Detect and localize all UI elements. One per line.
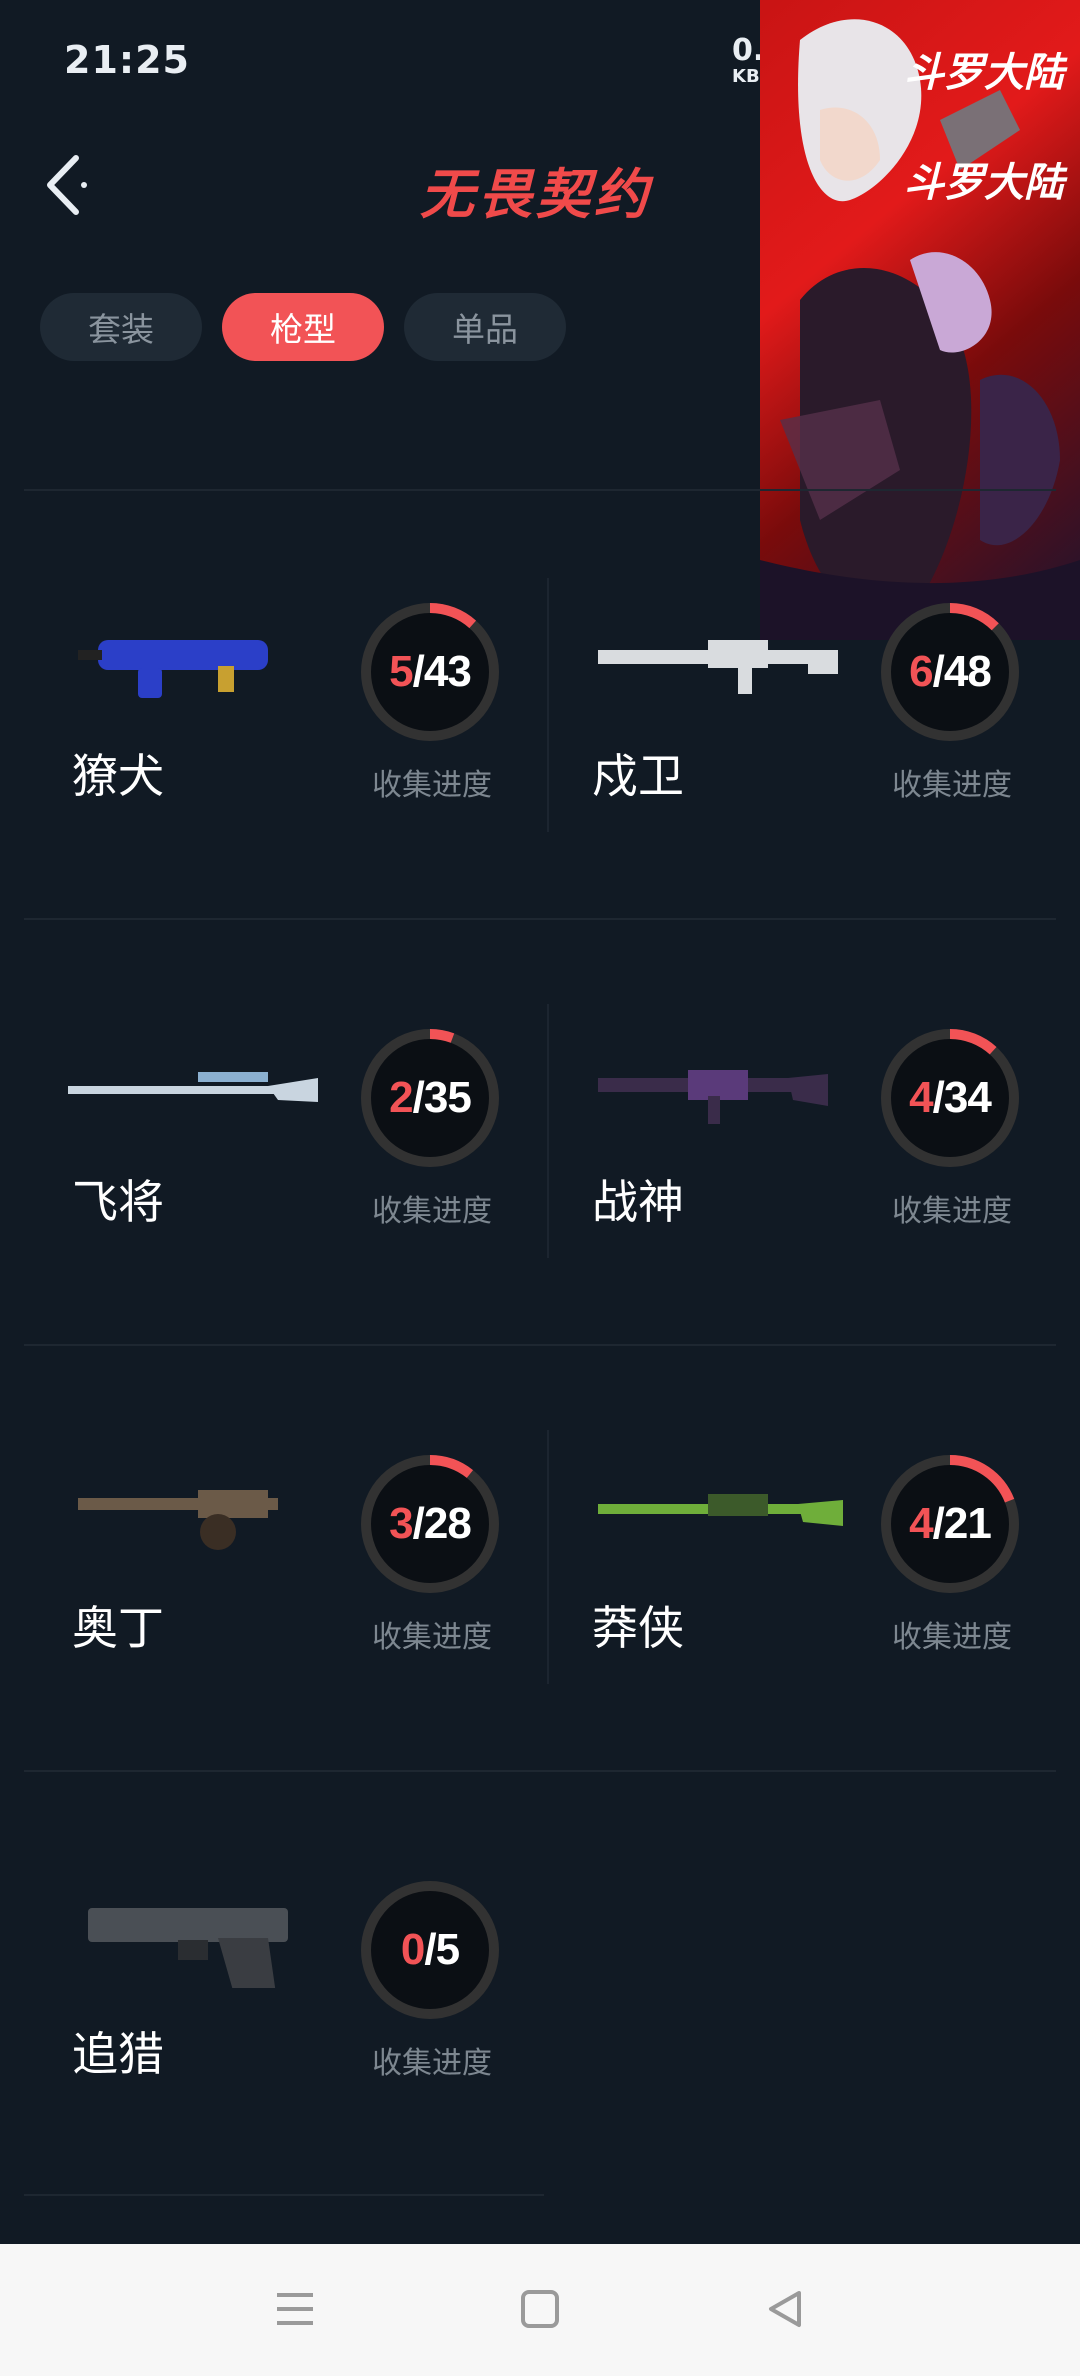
- status-time: 21:25: [64, 38, 190, 82]
- weapon-name: 奥丁: [72, 1601, 164, 1655]
- weapon-card[interactable]: 战神 4/34 收集进度: [544, 996, 1064, 1416]
- progress-label: 收集进度: [372, 1194, 492, 1229]
- weapon-name: 飞将: [72, 1175, 164, 1229]
- weapon-name: 戍卫: [592, 749, 684, 803]
- total-count: 43: [423, 647, 472, 696]
- progress-slash: /: [412, 1499, 425, 1548]
- back-nav-button[interactable]: [750, 2274, 820, 2344]
- weapon-name: 战神: [592, 1175, 684, 1229]
- progress-count: 0/5: [358, 1878, 502, 2022]
- progress-slash: /: [412, 647, 425, 696]
- system-navigation-bar: [0, 2244, 1080, 2376]
- progress-count: 4/34: [878, 1026, 1022, 1170]
- progress-label: 收集进度: [892, 1620, 1012, 1655]
- collected-count: 4: [909, 1499, 934, 1548]
- banner-logo-1: 斗罗大陆: [904, 49, 1064, 96]
- progress-count: 6/48: [878, 600, 1022, 744]
- progress-count: 4/21: [878, 1452, 1022, 1596]
- collected-count: 2: [389, 1073, 414, 1122]
- page-title: 无畏契约: [420, 163, 652, 226]
- weapon-image: [598, 640, 838, 694]
- collected-count: 5: [389, 647, 414, 696]
- progress-label: 收集进度: [372, 2046, 492, 2081]
- progress-slash: /: [424, 1925, 436, 1974]
- weapon-card[interactable]: 莽侠 4/21 收集进度: [544, 1422, 1064, 1842]
- banner-logo-2: 斗罗大陆: [904, 159, 1064, 206]
- menu-button[interactable]: [260, 2274, 330, 2344]
- weapon-card[interactable]: 追猎 0/5 收集进度: [24, 1848, 544, 2268]
- weapon-name: 莽侠: [592, 1601, 684, 1655]
- progress-label: 收集进度: [372, 1620, 492, 1655]
- weapon-image: [68, 1072, 318, 1102]
- tab-single-item[interactable]: 单品: [404, 293, 566, 361]
- weapon-card[interactable]: 戍卫 6/48 收集进度: [544, 570, 1064, 990]
- progress-slash: /: [932, 1499, 945, 1548]
- total-count: 5: [435, 1925, 461, 1974]
- floating-ad-banner[interactable]: 斗罗大陆 斗罗大陆: [760, 0, 1080, 640]
- total-count: 35: [423, 1073, 472, 1122]
- home-square-icon: [521, 2290, 559, 2328]
- weapon-image: [88, 1908, 288, 1988]
- weapon-name: 獠犬: [72, 749, 164, 803]
- progress-slash: /: [932, 647, 945, 696]
- collected-count: 4: [909, 1073, 934, 1122]
- progress-count: 2/35: [358, 1026, 502, 1170]
- progress-slash: /: [412, 1073, 425, 1122]
- weapon-card[interactable]: 奥丁 3/28 收集进度: [24, 1422, 544, 1842]
- weapon-image: [78, 640, 268, 698]
- tab-weapon-type[interactable]: 枪型: [222, 293, 384, 361]
- progress-label: 收集进度: [892, 768, 1012, 803]
- menu-icon: [277, 2293, 313, 2325]
- progress-count: 3/28: [358, 1452, 502, 1596]
- total-count: 28: [423, 1499, 472, 1548]
- total-count: 48: [943, 647, 992, 696]
- progress-slash: /: [932, 1073, 945, 1122]
- progress-count: 5/43: [358, 600, 502, 744]
- chevron-left-icon: [47, 155, 87, 215]
- weapon-card[interactable]: 獠犬 5/43 收集进度: [24, 570, 544, 990]
- progress-label: 收集进度: [372, 768, 492, 803]
- total-count: 21: [943, 1499, 992, 1548]
- collected-count: 0: [400, 1925, 426, 1974]
- home-button[interactable]: [505, 2274, 575, 2344]
- weapon-image: [598, 1494, 843, 1526]
- progress-label: 收集进度: [892, 1194, 1012, 1229]
- weapon-image: [78, 1490, 278, 1550]
- weapon-card[interactable]: 飞将 2/35 收集进度: [24, 996, 544, 1416]
- weapon-name: 追猎: [72, 2027, 164, 2081]
- back-triangle-icon: [769, 2291, 801, 2327]
- weapon-image: [598, 1070, 828, 1124]
- collected-count: 3: [389, 1499, 414, 1548]
- tab-outfit[interactable]: 套装: [40, 293, 202, 361]
- total-count: 34: [943, 1073, 992, 1122]
- grid-divider: [24, 489, 1056, 491]
- category-tabs: 套装 枪型 单品: [40, 293, 566, 361]
- back-button[interactable]: [40, 150, 100, 220]
- collected-count: 6: [909, 647, 934, 696]
